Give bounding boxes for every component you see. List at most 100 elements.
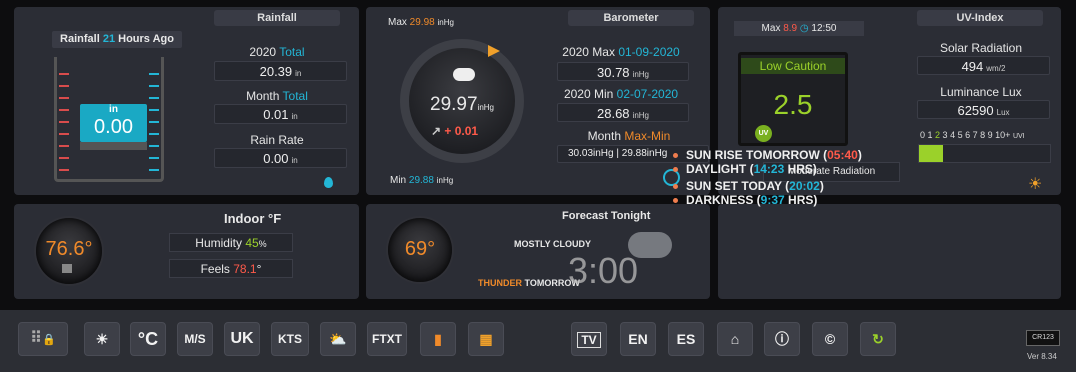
baro-min: Min 29.88 inHg [390, 175, 454, 186]
tv-button[interactable]: TV [571, 322, 607, 356]
rain-rate-label: Rain Rate [250, 133, 304, 147]
indoor-tag: Indoor °F [224, 211, 282, 226]
baro-current: 29.97inHg [430, 94, 494, 115]
uv-scale-tick: 10+ [995, 130, 1013, 140]
uv-scale-tick: 3 [942, 130, 951, 140]
uv-badge: UV [755, 125, 772, 142]
uv-scale-tick: 7 [972, 130, 981, 140]
rain-gauge-ticks-right [149, 63, 159, 173]
info-button[interactable]: ⓘ [764, 322, 800, 356]
dashboard-canvas: Rainfall Rainfall 21 Hours Ago in 0.00 2… [0, 0, 1076, 310]
uv-meter [918, 144, 1051, 163]
feels-row: Feels 78.1° [169, 259, 293, 278]
copyright-button[interactable]: © [812, 322, 848, 356]
sun-icon: ☀ [1028, 176, 1043, 193]
baro-year-max-label: 2020 Max 01-09-2020 [562, 45, 680, 59]
uv-meter-fill [919, 145, 943, 162]
copyright-icon: © [824, 331, 836, 347]
menu-grid-button[interactable]: ⠿🔒 [18, 322, 68, 356]
baro-max: Max 29.98 inHg [388, 17, 454, 28]
rain-gauge-ticks [59, 63, 69, 173]
lock-icon: 🔒 [42, 334, 56, 346]
barometer-tag: Barometer [568, 10, 694, 26]
solar-value: 494 wm/2 [917, 56, 1050, 75]
house-icon: ⌂ [730, 331, 740, 347]
en-button[interactable]: EN [620, 322, 656, 356]
uv-max: Max 8.9 ◷ 12:50 [734, 21, 864, 36]
calendar-button[interactable]: ▦ [468, 322, 504, 356]
device-badge: CR123 [1026, 330, 1060, 346]
forecast-panel: Forecast Tonight 69° MOSTLY CLOUDY THUND… [366, 204, 710, 299]
kts-button[interactable]: KTS [271, 322, 309, 356]
uv-value: 2.5 [773, 89, 813, 120]
refresh-button[interactable]: ↻ [860, 322, 896, 356]
baro-year-max-value: 30.78 inHg [557, 62, 689, 81]
forecast-line1: MOSTLY CLOUDY [514, 239, 592, 249]
uv-scale-tick: 1 [927, 130, 936, 140]
charts-button[interactable]: ▮ [420, 322, 456, 356]
uv-scale: 0 1 2 3 4 5 6 7 8 9 10+ UVI [920, 130, 1025, 140]
raindrop-icon [324, 177, 333, 188]
weather-button[interactable]: ⛅ [320, 322, 356, 356]
rain-gauge-base [80, 142, 147, 150]
humidity-row: Humidity 45% [169, 233, 293, 252]
rain-rate-value: 0.00 in [214, 148, 347, 168]
bar-chart-icon: ▮ [434, 331, 442, 347]
cloud-sun-icon: ⛅ [329, 331, 347, 347]
rain-year-label: 2020 Total [249, 45, 305, 59]
house-icon [62, 264, 72, 273]
uv-scale-tick: 2 [935, 130, 943, 140]
solar-label: Solar Radiation [939, 41, 1023, 55]
uv-scale-tick: 6 [965, 130, 973, 140]
blank-panel [718, 204, 1061, 299]
ms-button[interactable]: M/S [177, 322, 213, 356]
bottom-toolbar: ⠿🔒 ☀ °C M/S UK KTS ⛅ FTXT ▮ ▦ TV EN ES ⌂… [0, 310, 1076, 372]
uv-scale-unit: UVI [1012, 133, 1025, 140]
calendar-icon: ▦ [479, 331, 493, 347]
sunrise-line: SUN RISE TOMORROW (05:40) [673, 148, 862, 162]
rainfall-ago: Rainfall 21 Hours Ago [52, 31, 182, 48]
indoor-panel: 76.6° Indoor °F Humidity 45% Feels 78.1° [14, 204, 359, 299]
clock-icon: ◷ [799, 23, 809, 34]
rain-gauge-readout: in 0.00 [80, 104, 147, 142]
uv-caution: Low Caution [741, 58, 845, 74]
info-icon: ⓘ [775, 331, 789, 347]
sunset-line: SUN SET TODAY (20:02) [673, 179, 824, 193]
uv-scale-tick: 8 [980, 130, 988, 140]
baro-year-min-label: 2020 Min 02-07-2020 [563, 87, 679, 101]
baro-trend: ↗ + 0.01 [431, 124, 479, 138]
baro-dial: 29.97inHg ↗ + 0.01 [400, 39, 524, 163]
daylight-line: DAYLIGHT (14:23 HRS) [673, 162, 817, 176]
uv-scale-tick: 5 [957, 130, 966, 140]
es-button[interactable]: ES [668, 322, 704, 356]
lux-label: Luminance Lux [940, 85, 1022, 99]
rainfall-panel: Rainfall Rainfall 21 Hours Ago in 0.00 2… [14, 7, 359, 195]
uk-button[interactable]: UK [224, 322, 260, 356]
indoor-temp: 76.6° [45, 238, 93, 260]
forecast-title: Forecast Tonight [562, 210, 651, 222]
home-button[interactable]: ⌂ [717, 322, 753, 356]
forecast-clock: 3:00 [568, 250, 639, 291]
forecast-temp: 69° [404, 238, 436, 260]
rainfall-tag: Rainfall [214, 10, 340, 26]
trend-up-icon: ↗ [431, 124, 442, 138]
theme-button[interactable]: ☀ [84, 322, 120, 356]
rain-month-value: 0.01 in [214, 104, 347, 124]
cloud-sun-icon [453, 68, 475, 81]
lux-value: 62590 Lux [917, 100, 1050, 119]
baro-pointer-icon [488, 45, 500, 57]
uv-display: Low Caution 2.5 UV [738, 52, 848, 146]
uv-scale-tick: 4 [950, 130, 958, 140]
baro-year-min-value: 28.68 inHg [557, 103, 689, 122]
refresh-icon: ↻ [872, 331, 884, 347]
rain-year-value: 20.39 in [214, 61, 347, 81]
uv-scale-tick: 0 [920, 130, 928, 140]
indoor-dial: 76.6° [36, 218, 102, 284]
rain-month-label: Month Total [246, 89, 308, 103]
sun-brightness-icon: ☀ [95, 331, 109, 347]
forecast-line2: THUNDER TOMORROW [478, 278, 580, 288]
ftxt-button[interactable]: FTXT [367, 322, 407, 356]
baro-month-label: Month Max-Min [587, 129, 671, 143]
celsius-button[interactable]: °C [130, 322, 166, 356]
darkness-line: DARKNESS (9:37 HRS) [673, 193, 817, 207]
